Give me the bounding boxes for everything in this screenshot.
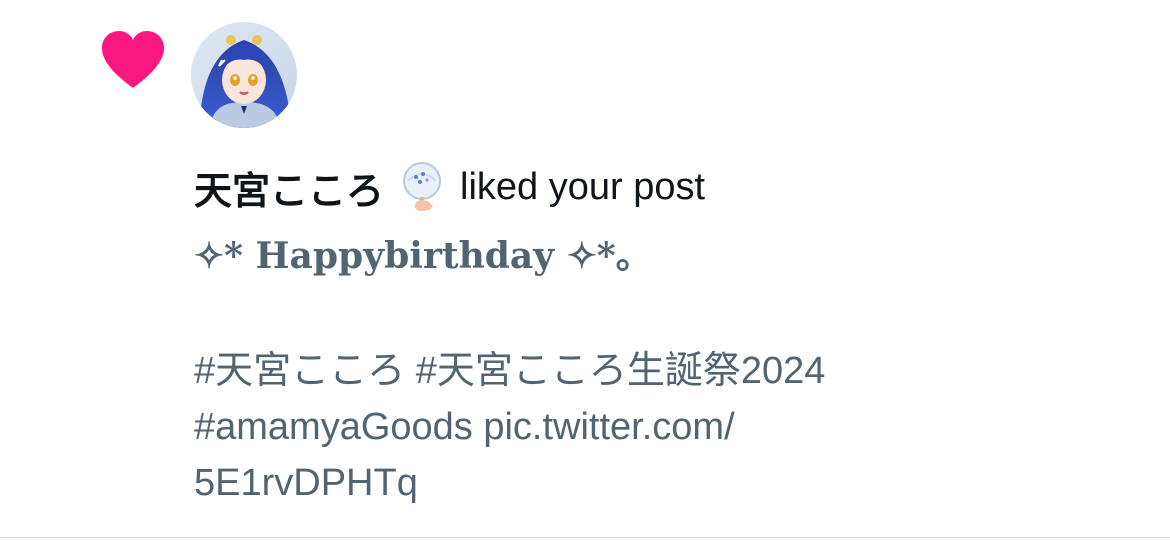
post-text: #天宮こころ #天宮こころ生誕祭2024 #amamyaGoods pic.tw… <box>194 343 954 511</box>
post-title: ✧* Happybirthday ✧*。 <box>194 235 652 277</box>
like-notification[interactable]: 天宮こころ liked your post ✧* Happybirthday ✧… <box>0 0 1170 537</box>
post-link-line[interactable]: 5E1rvDPHTq <box>194 455 954 511</box>
action-text: liked your post <box>460 165 706 208</box>
notification-summary: 天宮こころ liked your post <box>194 160 705 214</box>
heart-icon <box>100 30 166 90</box>
divider <box>0 537 1170 538</box>
post-hashtags-line[interactable]: #天宮こころ #天宮こころ生誕祭2024 <box>194 343 954 399</box>
post-hashtag-link-line[interactable]: #amamyaGoods pic.twitter.com/ <box>194 399 954 455</box>
avatar[interactable] <box>191 22 297 128</box>
user-name-link[interactable]: 天宮こころ <box>194 160 384 215</box>
hand-fan-emoji-icon <box>398 161 448 213</box>
